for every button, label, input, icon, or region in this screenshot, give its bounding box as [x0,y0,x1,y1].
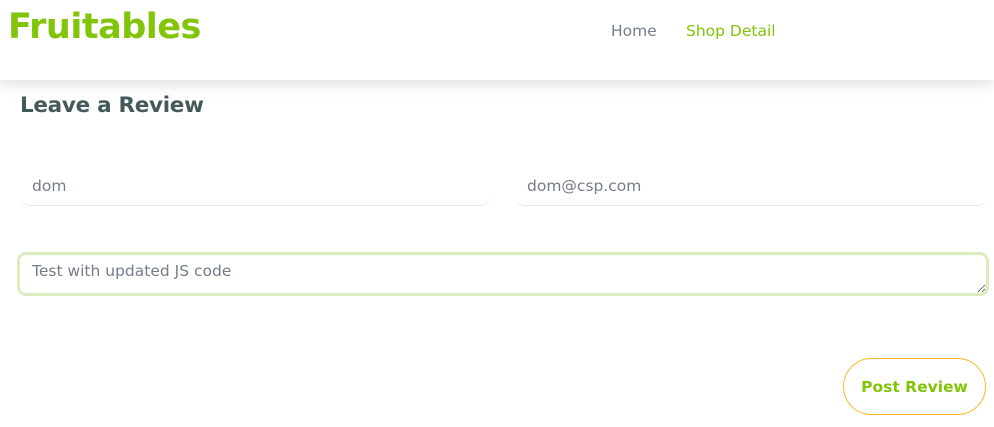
name-input[interactable] [20,166,490,206]
email-input[interactable] [515,166,987,206]
top-navbar: Fruitables Home Shop Detail [0,0,994,80]
nav-link-shop-detail[interactable]: Shop Detail [686,20,776,42]
review-textarea[interactable]: Test with updated JS code [17,252,989,296]
post-review-button[interactable]: Post Review [843,358,986,415]
nav-link-home[interactable]: Home [611,20,657,42]
brand-logo-link[interactable]: Fruitables [8,4,201,50]
review-form-title: Leave a Review [20,93,204,118]
